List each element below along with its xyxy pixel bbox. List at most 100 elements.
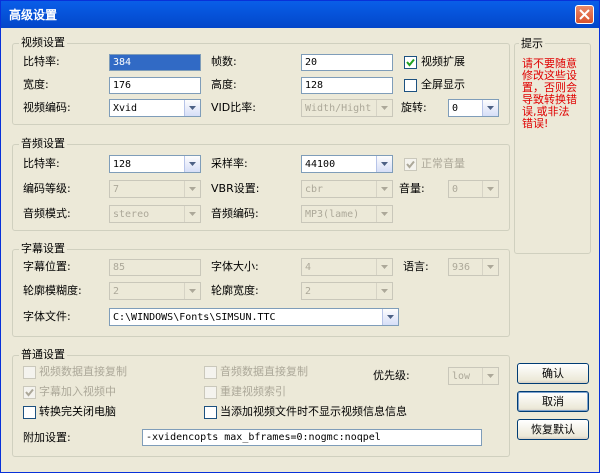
chevron-down-icon bbox=[387, 315, 394, 319]
checkmark-icon bbox=[406, 58, 415, 67]
font-file-select[interactable]: C:\WINDOWS\Fonts\SIMSUN.TTC bbox=[109, 308, 399, 326]
hint-line: 错误! bbox=[522, 117, 549, 130]
width-input[interactable]: 176 bbox=[109, 77, 201, 94]
vid-ratio-label: VID比率: bbox=[211, 101, 256, 114]
shutdown-label: 转换完关闭电脑 bbox=[39, 405, 116, 418]
video-codec-label: 视频编码: bbox=[23, 101, 71, 114]
copy-audio-label: 音频数据直接复制 bbox=[220, 365, 308, 378]
fullscreen-checkbox[interactable] bbox=[404, 79, 417, 92]
font-size-value: 4 bbox=[305, 262, 312, 273]
dropdown-arrow bbox=[376, 100, 392, 116]
checkmark-icon bbox=[25, 388, 34, 397]
chevron-down-icon bbox=[189, 187, 196, 191]
audio-mode-value: stereo bbox=[113, 209, 150, 220]
volume-label: 音量: bbox=[399, 182, 425, 195]
chevron-down-icon bbox=[381, 106, 388, 110]
audio-bitrate-label: 比特率: bbox=[23, 157, 60, 170]
close-button[interactable] bbox=[575, 5, 594, 24]
font-file-value: C:\WINDOWS\Fonts\SIMSUN.TTC bbox=[113, 312, 276, 323]
dropdown-arrow[interactable] bbox=[482, 100, 498, 116]
vbr-select: cbr bbox=[301, 180, 393, 198]
priority-value: low bbox=[452, 371, 471, 382]
chevron-down-icon bbox=[381, 212, 388, 216]
hide-info-checkbox[interactable] bbox=[204, 406, 217, 419]
samplerate-select[interactable]: 44100 bbox=[301, 155, 393, 173]
hide-info-label: 当添加视频文件时不显示视频信息信息 bbox=[220, 405, 407, 418]
outline-width-value: 2 bbox=[305, 286, 312, 297]
chevron-down-icon bbox=[381, 162, 388, 166]
subtitle-group-title: 字幕设置 bbox=[19, 242, 67, 256]
encoding-level-label: 编码等级: bbox=[23, 182, 71, 195]
subtitle-position-label: 字幕位置: bbox=[23, 260, 71, 273]
video-bitrate-input[interactable]: 384 bbox=[109, 54, 201, 71]
volume-select: 0 bbox=[448, 180, 499, 198]
normal-volume-label: 正常音量 bbox=[421, 157, 465, 170]
dropdown-arrow bbox=[482, 259, 498, 275]
dropdown-arrow bbox=[184, 206, 200, 222]
chevron-down-icon bbox=[487, 106, 494, 110]
width-label: 宽度: bbox=[23, 78, 49, 91]
dialog-window: 高级设置 视频设置 比特率: 384 帧数: 20 视频扩展 宽度: 176 高… bbox=[0, 0, 600, 473]
chevron-down-icon bbox=[487, 374, 494, 378]
restore-defaults-button[interactable]: 恢复默认 bbox=[517, 419, 589, 440]
video-bitrate-label: 比特率: bbox=[23, 55, 60, 68]
height-label: 高度: bbox=[211, 78, 237, 91]
dropdown-arrow bbox=[184, 283, 200, 299]
title-bar[interactable]: 高级设置 bbox=[1, 1, 599, 28]
dropdown-arrow bbox=[376, 283, 392, 299]
outline-blur-label: 轮廓模糊度: bbox=[23, 284, 82, 297]
window-title: 高级设置 bbox=[9, 8, 58, 22]
add-subtitle-label: 字幕加入视频中 bbox=[39, 385, 116, 398]
dropdown-arrow[interactable] bbox=[184, 100, 200, 116]
dropdown-arrow[interactable] bbox=[382, 309, 398, 325]
dropdown-arrow bbox=[376, 259, 392, 275]
audio-codec-value: MP3(lame) bbox=[305, 209, 360, 220]
vbr-value: cbr bbox=[305, 184, 324, 195]
chevron-down-icon bbox=[189, 212, 196, 216]
language-value: 936 bbox=[452, 262, 471, 273]
rotate-label: 旋转: bbox=[401, 101, 427, 114]
chevron-down-icon bbox=[189, 106, 196, 110]
font-size-select: 4 bbox=[301, 258, 393, 276]
chevron-down-icon bbox=[381, 265, 388, 269]
audio-bitrate-select[interactable]: 128 bbox=[109, 155, 201, 173]
priority-select: low bbox=[448, 367, 499, 385]
video-expand-checkbox[interactable] bbox=[404, 56, 417, 69]
chevron-down-icon bbox=[487, 187, 494, 191]
subtitle-position-input: 85 bbox=[109, 259, 201, 276]
font-file-label: 字体文件: bbox=[23, 310, 71, 323]
checkmark-icon bbox=[406, 160, 415, 169]
video-expand-label: 视频扩展 bbox=[421, 55, 465, 68]
language-label: 语言: bbox=[403, 260, 429, 273]
chevron-down-icon bbox=[381, 289, 388, 293]
audio-mode-select: stereo bbox=[109, 205, 201, 223]
samplerate-label: 采样率: bbox=[211, 157, 248, 170]
fps-label: 帧数: bbox=[211, 55, 237, 68]
rotate-select[interactable]: 0 bbox=[448, 99, 499, 117]
volume-value: 0 bbox=[452, 184, 459, 195]
cancel-button[interactable]: 取消 bbox=[517, 391, 589, 412]
chevron-down-icon bbox=[189, 162, 196, 166]
fps-input[interactable]: 20 bbox=[301, 54, 393, 71]
video-codec-select[interactable]: Xvid bbox=[109, 99, 201, 117]
ok-button[interactable]: 确认 bbox=[517, 363, 589, 384]
dropdown-arrow bbox=[376, 206, 392, 222]
audio-codec-select: MP3(lame) bbox=[301, 205, 393, 223]
extra-settings-input[interactable]: -xvidencopts max_bframes=0:nogmc:noqpel bbox=[142, 429, 482, 446]
hint-title: 提示 bbox=[519, 37, 545, 51]
priority-label: 优先级: bbox=[373, 369, 410, 382]
audio-group-title: 音频设置 bbox=[19, 137, 67, 151]
samplerate-value: 44100 bbox=[305, 159, 336, 170]
dropdown-arrow[interactable] bbox=[184, 156, 200, 172]
height-input[interactable]: 128 bbox=[301, 77, 393, 94]
copy-video-checkbox bbox=[23, 366, 36, 379]
encoding-level-value: 7 bbox=[113, 184, 120, 195]
rotate-value: 0 bbox=[452, 103, 459, 114]
vid-ratio-select: Width/Hight bbox=[301, 99, 393, 117]
video-group-title: 视频设置 bbox=[19, 36, 67, 50]
audio-bitrate-value: 128 bbox=[113, 159, 132, 170]
shutdown-checkbox[interactable] bbox=[23, 406, 36, 419]
dropdown-arrow[interactable] bbox=[376, 156, 392, 172]
outline-width-select: 2 bbox=[301, 282, 393, 300]
add-subtitle-checkbox bbox=[23, 386, 36, 399]
